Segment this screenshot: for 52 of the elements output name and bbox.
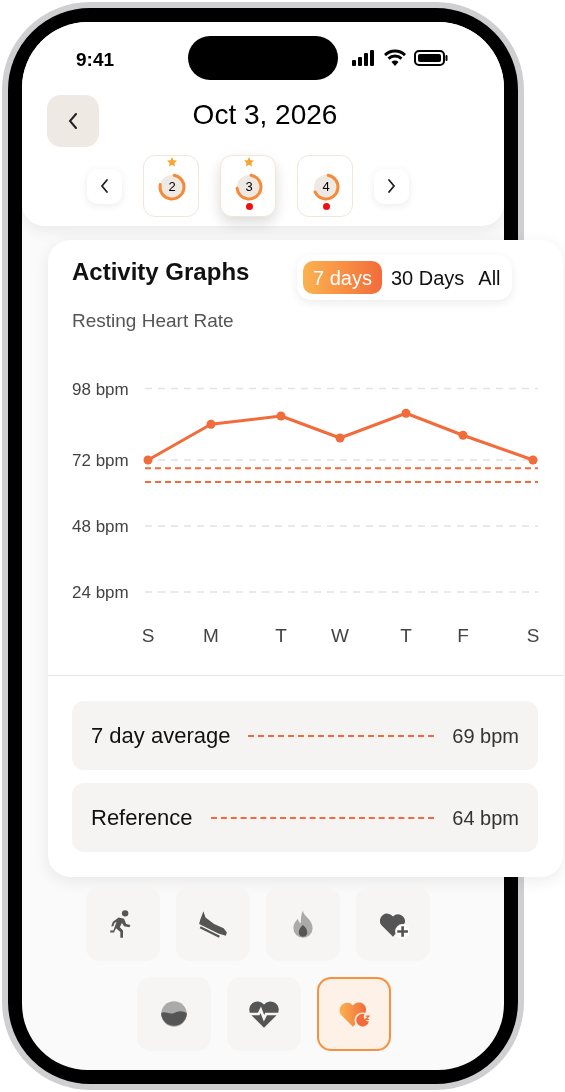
day-number: 2 [167, 178, 177, 196]
metric-button[interactable] [176, 887, 250, 961]
card-title: Activity Graphs [72, 257, 250, 287]
progress-ring [157, 172, 187, 202]
day-chip[interactable]: 3 [220, 155, 276, 217]
progress-ring [234, 172, 264, 202]
next-day-button[interactable] [374, 168, 409, 204]
legend-value: 69 bpm [452, 723, 519, 749]
y-axis-label: 72 bpm [72, 451, 129, 470]
y-axis-label: 98 bpm [72, 379, 129, 399]
range-tab[interactable]: All [473, 261, 506, 294]
data-point [401, 408, 411, 418]
progress-ring [311, 172, 341, 202]
range-tab[interactable]: 30 Days [385, 261, 470, 294]
day-number: 4 [321, 178, 331, 196]
x-axis-label: M [203, 625, 219, 646]
heart-pulse-icon [248, 998, 280, 1030]
wifi-icon [384, 49, 406, 66]
day-chip[interactable]: 4 [297, 155, 353, 217]
legend-label: 7 day average [91, 722, 231, 750]
legend-value: 64 bpm [452, 805, 519, 831]
x-axis-label: S [526, 625, 540, 646]
data-point [143, 455, 153, 465]
chevron-right-icon [387, 179, 396, 193]
status-time: 9:41 [76, 48, 115, 72]
legend-label: Reference [91, 804, 193, 832]
day-chip[interactable]: 2 [143, 155, 199, 217]
date-title: Oct 3, 2026 [191, 98, 339, 132]
y-axis-label: 48 bpm [72, 517, 129, 536]
x-axis-label: T [275, 625, 287, 646]
data-point [206, 419, 216, 429]
y-axis-label: 24 bpm [72, 583, 129, 602]
metric-button[interactable] [356, 887, 430, 961]
water-level-icon [158, 998, 190, 1030]
previous-day-button[interactable] [87, 168, 122, 204]
battery-icon [414, 50, 448, 66]
data-point [458, 430, 468, 440]
metric-button[interactable] [137, 977, 211, 1051]
data-point [276, 411, 286, 421]
metric-button[interactable] [86, 887, 160, 961]
x-axis-label: W [331, 625, 349, 646]
day-number: 3 [244, 178, 254, 196]
chevron-left-icon [100, 179, 109, 193]
x-axis-label: T [400, 625, 412, 646]
x-axis-label: S [141, 625, 155, 646]
metric-button[interactable] [227, 977, 301, 1051]
chart-subtitle: Resting Heart Rate [72, 309, 234, 333]
x-axis-label: F [457, 625, 469, 646]
data-point [335, 433, 345, 443]
signal-icon [352, 50, 376, 66]
data-point [528, 455, 538, 465]
back-icon [68, 113, 78, 129]
